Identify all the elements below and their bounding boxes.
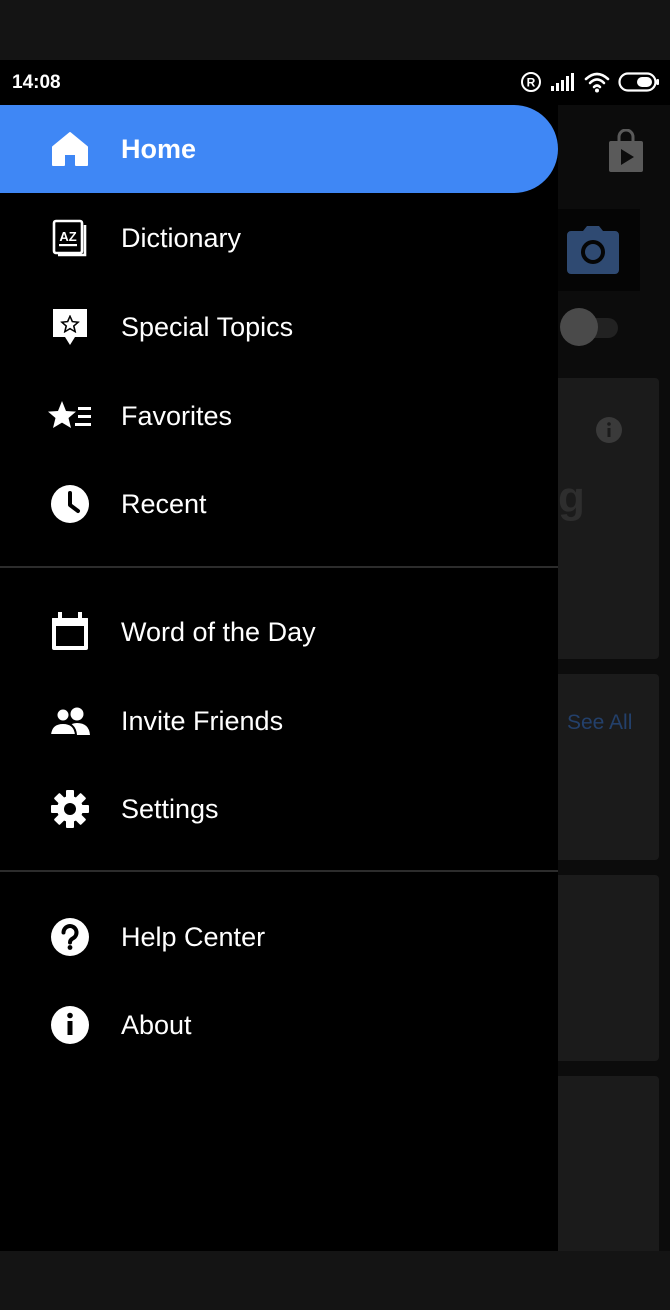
signal-icon [551,73,574,91]
background-toggle-knob [560,308,598,346]
svg-text:AZ: AZ [59,229,76,244]
background-text-fragment: g [558,473,585,522]
nav-item-label: Favorites [121,400,233,431]
background-card-4 [558,1076,659,1251]
navigation-bar-area [0,1251,670,1310]
status-bar: 14:08 R [0,60,670,105]
drawer-divider [0,870,558,872]
gear-icon [46,787,94,831]
nav-item-label: Settings [121,793,219,824]
nav-item-label: Word of the Day [121,616,316,647]
nav-item-dictionary[interactable]: AZ Dictionary [0,194,558,282]
nav-item-word-of-the-day[interactable]: Word of the Day [0,588,558,676]
nav-item-label: Invite Friends [121,705,284,736]
special-topics-icon [46,305,94,349]
nav-item-settings[interactable]: Settings [0,765,558,853]
camera-search-box [558,209,640,291]
background-card-3 [558,875,659,1061]
top-strip [0,0,670,60]
nav-item-about[interactable]: About [0,981,558,1069]
help-icon [46,915,94,959]
dictionary-icon: AZ [46,216,94,260]
favorites-icon [46,394,94,438]
navigation-drawer: Home AZ Dictionary Special Topics Favori… [0,105,558,1251]
background-app: g See All [558,105,670,1251]
svg-text:R: R [527,76,536,90]
drawer-divider [0,566,558,568]
camera-icon [567,226,619,274]
recent-clock-icon [46,482,94,526]
nav-item-home[interactable]: Home [0,105,558,193]
registered-icon: R [521,72,541,92]
people-icon [46,699,94,743]
see-all-link: See All [567,711,633,734]
nav-item-favorites[interactable]: Favorites [0,372,558,460]
nav-item-label: Home [121,133,197,164]
nav-item-label: Recent [121,488,207,519]
wifi-icon [584,72,610,93]
play-store-icon [609,129,643,172]
battery-icon [618,72,659,92]
nav-item-label: Help Center [121,921,266,952]
nav-item-recent[interactable]: Recent [0,460,558,548]
nav-item-label: Special Topics [121,311,294,342]
background-card-2 [558,674,659,860]
status-time: 14:08 [12,72,61,93]
info-icon [46,1003,94,1047]
calendar-icon [46,610,94,654]
home-icon [46,127,94,171]
nav-item-invite-friends[interactable]: Invite Friends [0,677,558,765]
info-circle-icon [596,417,622,443]
nav-item-label: Dictionary [121,222,242,253]
status-icons: R [520,71,660,93]
nav-item-help-center[interactable]: Help Center [0,893,558,981]
nav-item-special-topics[interactable]: Special Topics [0,283,558,371]
nav-item-label: About [121,1009,192,1040]
